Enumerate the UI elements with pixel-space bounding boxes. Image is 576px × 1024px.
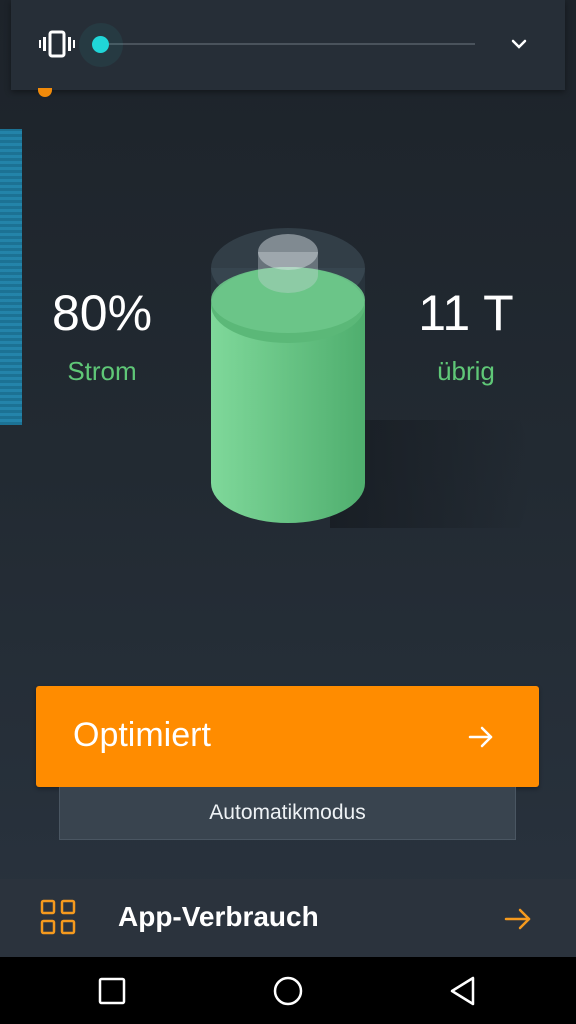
navigation-bar [0,957,576,1024]
volume-panel [11,0,565,90]
chevron-down-icon[interactable] [509,34,529,54]
grid-icon [40,899,76,935]
power-value: 80% [51,285,153,341]
power-label: Strom [67,356,137,386]
back-icon[interactable] [448,975,480,1007]
power-stat: 80% Strom [12,284,192,387]
vibrate-icon[interactable] [39,30,75,58]
battery-illustration [211,228,530,528]
optimize-button-label: Optimiert [73,716,211,754]
auto-mode-label[interactable]: Automatikmodus [59,787,516,840]
arrow-right-icon [468,726,493,748]
recent-apps-icon[interactable] [96,975,128,1007]
optimize-button[interactable]: Optimiert [36,686,539,787]
app-usage-bar[interactable]: App-Verbrauch [0,879,576,957]
notification-dot [38,88,52,97]
home-icon[interactable] [272,975,304,1007]
volume-slider-track[interactable] [101,43,475,45]
volume-slider-thumb[interactable] [92,36,109,53]
app-usage-label: App-Verbrauch [118,901,319,932]
arrow-right-icon [504,908,531,930]
